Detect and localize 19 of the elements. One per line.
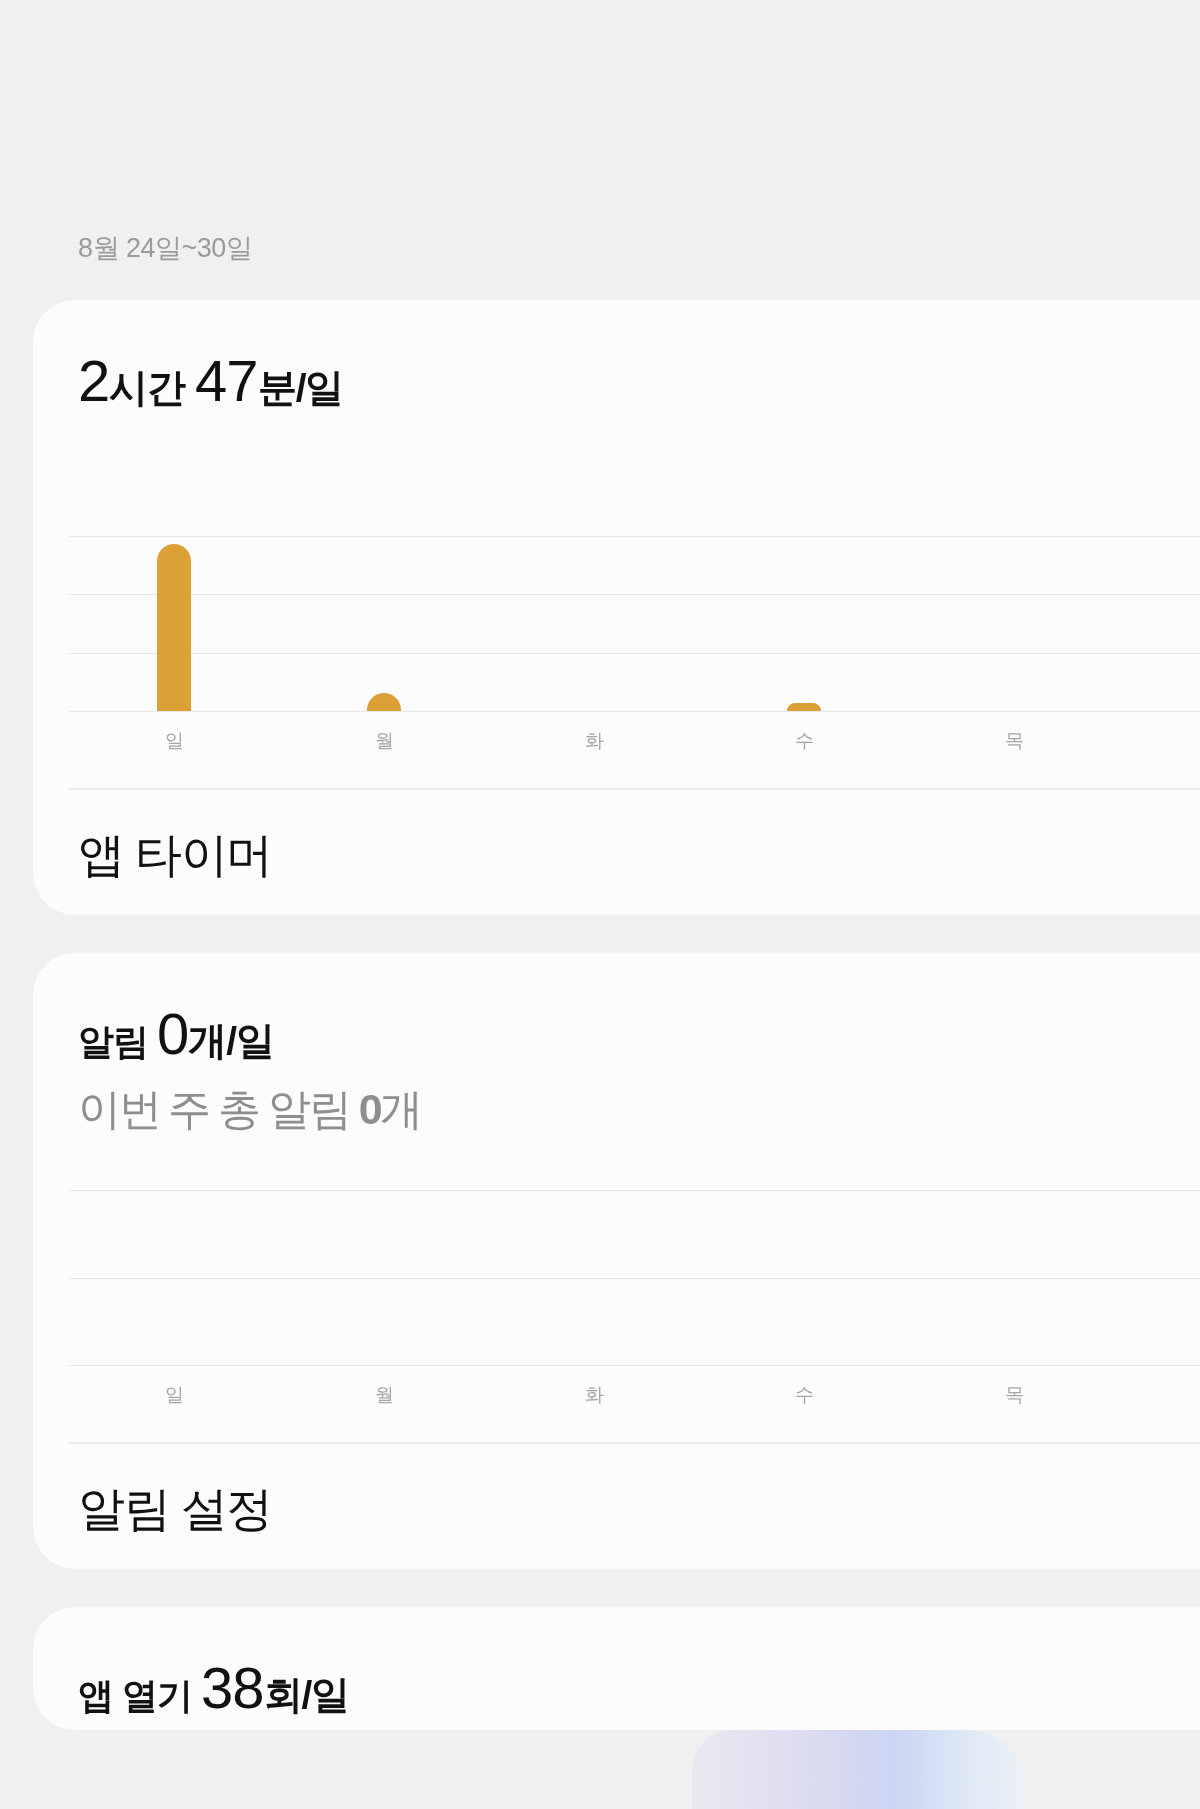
day-label: 목 <box>1004 729 1024 753</box>
chart-bar <box>367 693 401 711</box>
day-label: 일 <box>164 1383 184 1407</box>
date-range-text: 8월 24일~30일 <box>78 232 253 265</box>
headline-text: 앱 열기 38회/일 <box>78 1659 350 1722</box>
day-label: 월 <box>374 1383 394 1407</box>
chart-bar <box>787 703 821 711</box>
weekly-total-text: 이번 주 총 알림 0개 <box>78 1084 421 1135</box>
headline-text: 알림 0개/일 <box>78 1005 275 1068</box>
day-label: 수 <box>794 729 814 753</box>
day-label: 일 <box>164 729 184 753</box>
day-label: 화 <box>584 1383 604 1407</box>
card-link[interactable]: 앱 타이머 <box>78 825 272 885</box>
card-link[interactable]: 알림 설정 <box>78 1479 272 1539</box>
day-label: 화 <box>584 729 604 753</box>
day-label: 목 <box>1004 1383 1024 1407</box>
headline-text: 2시간 47분/일 <box>78 352 344 415</box>
day-label: 수 <box>794 1383 814 1407</box>
day-label: 월 <box>374 729 394 753</box>
